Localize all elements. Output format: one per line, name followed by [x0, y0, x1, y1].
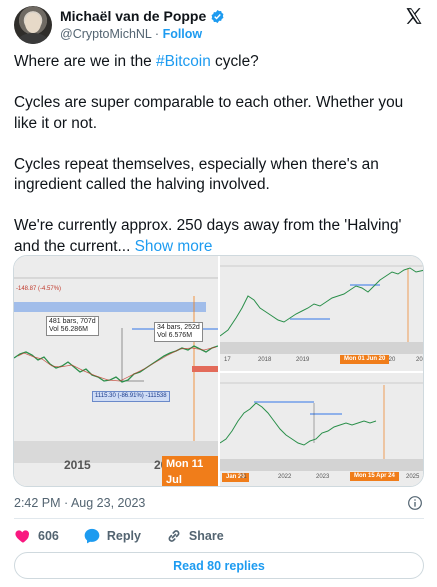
tr-year-17: 17 — [224, 357, 231, 363]
chart-bars-label-left: 481 bars, 707d Vol 56.286M — [46, 316, 99, 336]
chart-bars-label-right: 34 bars, 252d Vol 6.576M — [154, 322, 203, 342]
tr-year-2018: 2018 — [258, 357, 272, 363]
tweet-media-grid: 481 bars, 707d Vol 56.286M 34 bars, 252d V… — [13, 255, 424, 487]
bitcoin-hashtag-link[interactable]: #Bitcoin — [156, 53, 211, 70]
verified-badge-icon — [211, 9, 224, 23]
br-year-21: 21 — [240, 474, 247, 480]
info-icon[interactable] — [407, 495, 423, 511]
reply-label: Reply — [106, 529, 141, 543]
tweet-header: Michaël van de Poppe @CryptoMichNL · Fol… — [14, 6, 424, 46]
reply-bubble-icon — [84, 528, 100, 544]
tweet-actions: 606 Reply Share — [14, 526, 248, 546]
author-handle-row: @CryptoMichNL · Follow — [60, 27, 202, 41]
author-name[interactable]: Michaël van de Poppe — [60, 8, 206, 24]
share-label: Share — [188, 529, 224, 543]
handle-separator: · — [154, 27, 160, 41]
tweet-text: Where are we in the #Bitcoin cycle? Cycl… — [14, 52, 424, 278]
author-handle[interactable]: @CryptoMichNL — [60, 27, 151, 41]
like-button[interactable]: 606 — [14, 527, 59, 545]
divider — [14, 518, 424, 519]
x-logo-icon[interactable] — [404, 6, 424, 26]
share-link-icon — [168, 530, 180, 542]
tweet-paragraph-2: Cycles are super comparable to each othe… — [14, 94, 404, 132]
share-button[interactable]: Share — [165, 527, 224, 545]
date-badge-bottom-right: Mon 15 Apr 24 — [350, 472, 399, 481]
date-badge-top-right: Mon 01 Jun 20 — [340, 355, 390, 364]
show-more-link[interactable]: Show more — [135, 238, 213, 255]
br-year-2023: 2023 — [316, 474, 330, 480]
follow-button[interactable]: Follow — [163, 27, 203, 41]
author-avatar[interactable] — [14, 6, 52, 44]
reply-button[interactable]: Reply — [83, 527, 141, 545]
br-year-2025: 2025 — [406, 474, 420, 480]
read-replies-button[interactable]: Read 80 replies — [14, 552, 424, 579]
tr-year-2019: 2019 — [296, 357, 310, 363]
heart-icon — [15, 530, 30, 543]
tr-year-20-partial: 20 — [416, 357, 423, 363]
date-badge-main: Mon 11 Jul — [162, 456, 218, 486]
chart-top-value: -148.87 (-4.57%) — [16, 286, 62, 292]
br-year-2022: 2022 — [278, 474, 292, 480]
tweet-paragraph-1: Where are we in the #Bitcoin cycle? — [14, 53, 259, 70]
btc-cycle-chart-top-right[interactable]: 17 2018 2019 2020 20 Mon 01 Jun 20 — [220, 256, 423, 371]
btc-cycle-chart-main[interactable]: 481 bars, 707d Vol 56.286M 34 bars, 252d V… — [14, 256, 218, 486]
tweet-paragraph-3: Cycles repeat themselves, especially whe… — [14, 155, 379, 194]
chart-range-label: 1115.30 (-86.91%) -111538 — [92, 391, 170, 402]
axis-year-2015: 2015 — [64, 458, 91, 472]
tweet-paragraph-4: We're currently approx. 250 days away fr… — [14, 217, 402, 255]
like-count: 606 — [38, 529, 59, 543]
btc-cycle-chart-bottom-right[interactable]: Jan 20 21 2022 2023 Mon 15 Apr 24 2025 — [220, 373, 423, 486]
author-name-row: Michaël van de Poppe — [60, 8, 225, 24]
tweet-timestamp[interactable]: 2:42 PM · Aug 23, 2023 — [14, 496, 145, 510]
